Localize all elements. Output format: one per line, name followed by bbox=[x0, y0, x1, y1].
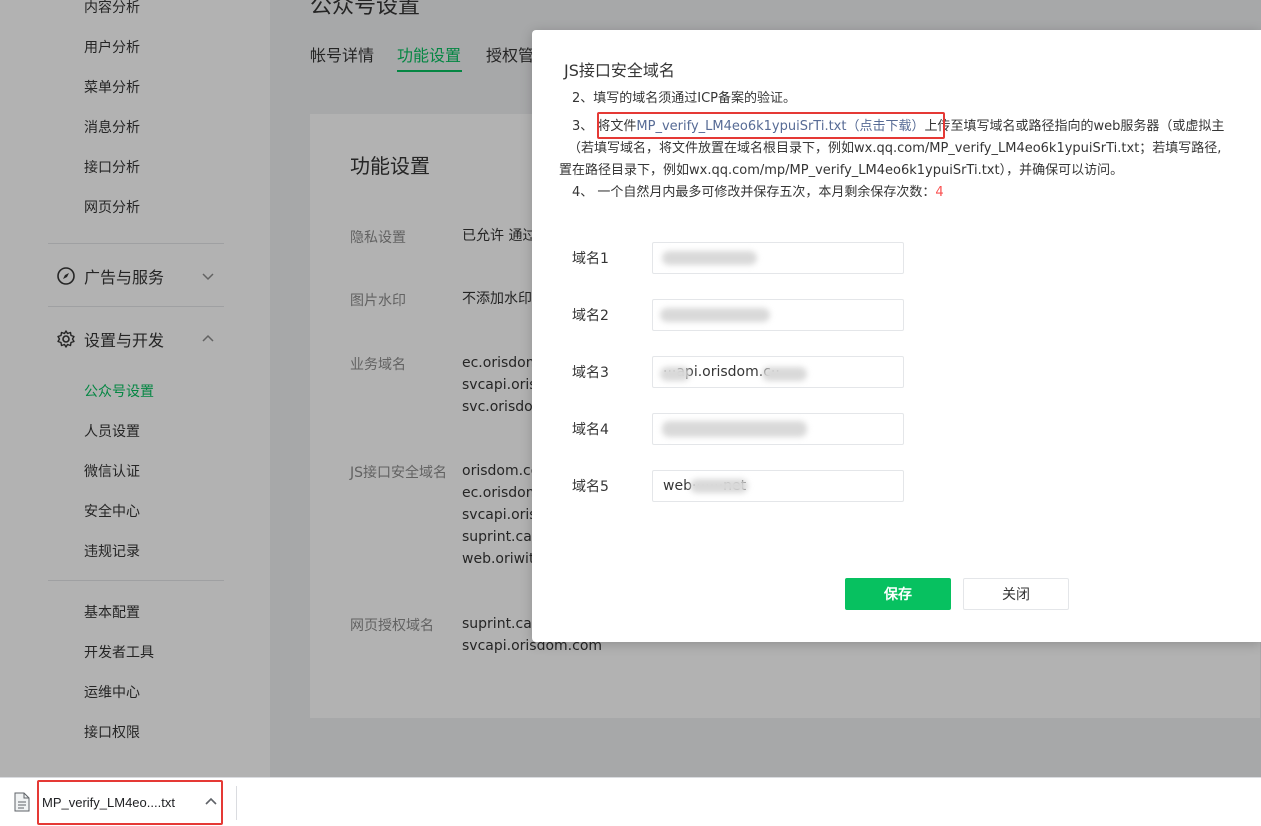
note-limit: 4、 一个自然月内最多可修改并保存五次，本月剩余保存次数：4 bbox=[572, 182, 944, 204]
js-domain-dialog: JS接口安全域名 2、填写的域名须通过ICP备案的验证。 3、 将文件MP_ve… bbox=[532, 30, 1261, 642]
note-limit-text: 4、 一个自然月内最多可修改并保存五次，本月剩余保存次数： bbox=[572, 185, 936, 200]
note-upload-line3: 置在路径目录下，例如wx.qq.com/mp/MP_verify_LM4eo6k… bbox=[559, 163, 1124, 178]
domain-4-label: 域名4 bbox=[572, 422, 609, 438]
domain-1-label: 域名1 bbox=[572, 251, 609, 267]
redacted-blur bbox=[690, 479, 748, 493]
redacted-blur bbox=[662, 421, 807, 437]
domain-5-label: 域名5 bbox=[572, 479, 609, 495]
domain-2-label: 域名2 bbox=[572, 308, 609, 324]
redacted-blur bbox=[662, 251, 757, 265]
redacted-blur bbox=[660, 308, 770, 322]
note-icp: 2、填写的域名须通过ICP备案的验证。 bbox=[572, 91, 797, 106]
text-file-icon bbox=[14, 792, 30, 812]
save-button[interactable]: 保存 bbox=[845, 578, 951, 610]
close-button[interactable]: 关闭 bbox=[963, 578, 1069, 610]
note-upload-line2: （若填写域名，将文件放置在域名根目录下，例如wx.qq.com/MP_verif… bbox=[568, 141, 1222, 156]
dialog-title: JS接口安全域名 bbox=[564, 61, 675, 80]
highlight-box bbox=[37, 780, 223, 825]
note-upload-suffix: 上传至填写域名或路径指向的web服务器（或虚拟主 bbox=[924, 119, 1225, 134]
highlight-box bbox=[597, 112, 945, 139]
download-bar-divider bbox=[236, 786, 237, 820]
remaining-count: 4 bbox=[935, 185, 944, 200]
domain-3-label: 域名3 bbox=[572, 365, 609, 381]
redacted-blur bbox=[762, 367, 807, 381]
redacted-blur bbox=[660, 367, 690, 381]
download-bar: MP_verify_LM4eo....txt bbox=[0, 777, 1261, 826]
